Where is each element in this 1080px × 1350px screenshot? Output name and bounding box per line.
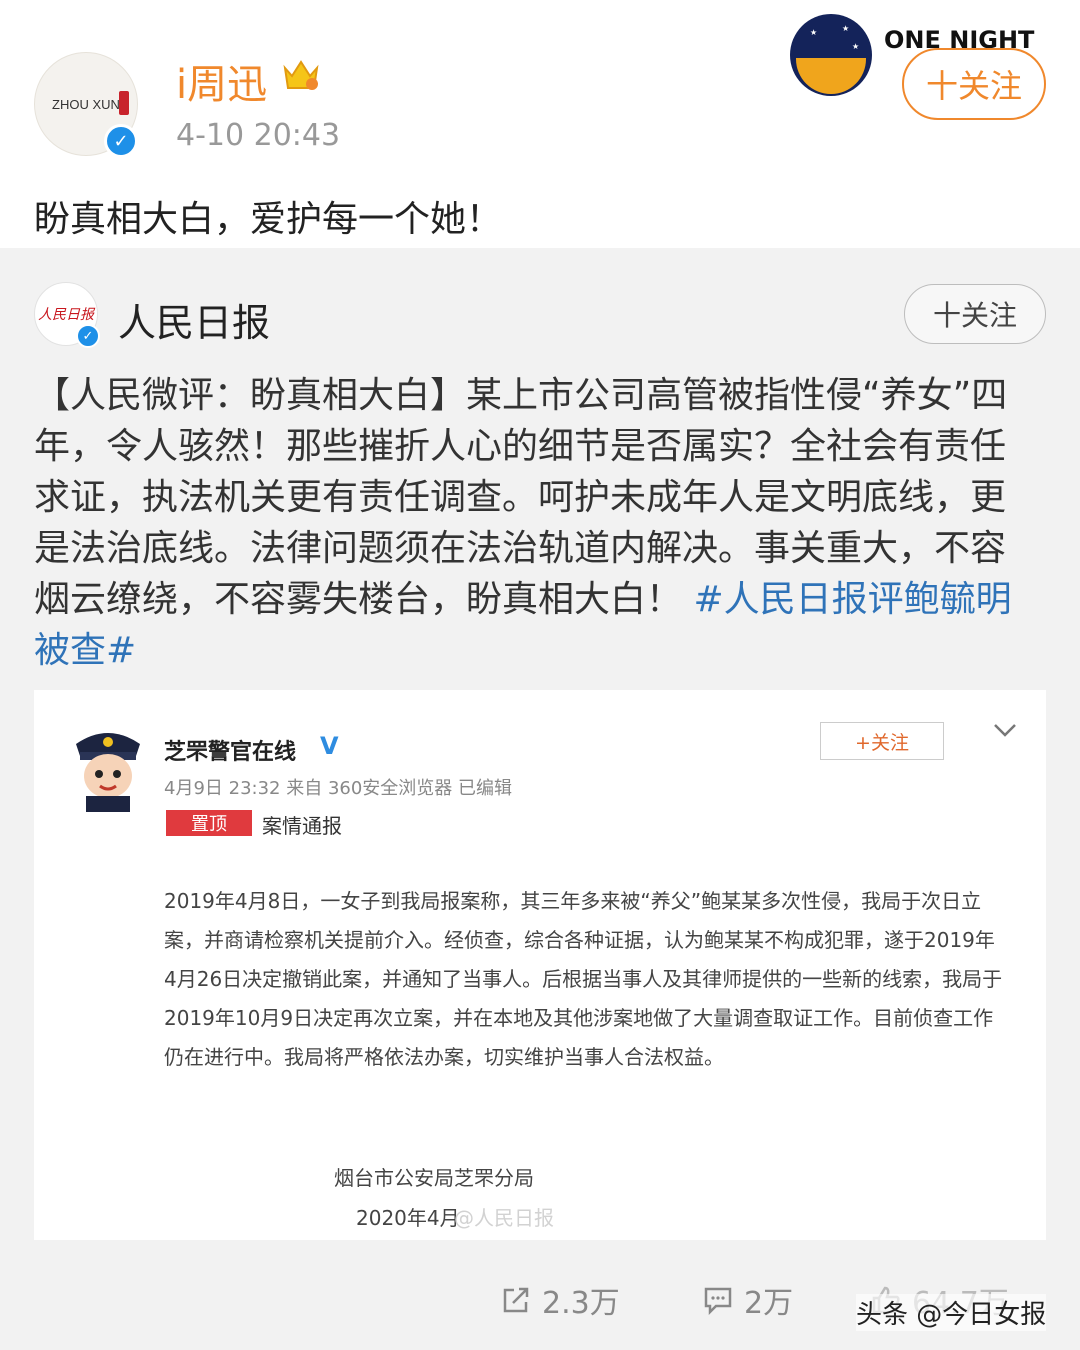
comment-icon [704, 1287, 732, 1316]
brand-logo: ★ ★ ★ [790, 14, 872, 96]
repost-card[interactable]: 人民日报 ✓ 人民日报 十关注 【人民微评：盼真相大白】某上市公司高管被指性侵“… [0, 258, 1080, 1268]
pin-badge: 置顶 [166, 810, 252, 836]
crown-icon [283, 60, 319, 90]
avatar-logo-text: ZHOU XUN [52, 96, 120, 112]
post-text: 盼真相大白，爱护每一个她！ [34, 199, 503, 240]
embed-watermark: @人民日报 [454, 1206, 554, 1230]
verified-icon: ✓ [76, 324, 100, 348]
follow-button[interactable]: 十关注 [902, 48, 1046, 120]
share-count: 2.3万 [542, 1286, 620, 1321]
embed-meta: 4月9日 23:32 来自 360安全浏览器 已编辑 [164, 778, 513, 799]
share-button[interactable]: 2.3万 [500, 1278, 620, 1322]
footer-watermark: 头条 @今日女报 [856, 1294, 1047, 1331]
embed-follow-button: +关注 [820, 722, 944, 760]
repost-text: 【人民微评：盼真相大白】某上市公司高管被指性侵“养女”四年，令人骇然！那些摧折人… [34, 370, 1034, 676]
embedded-screenshot[interactable]: 芝罘警官在线 V 4月9日 23:32 来自 360安全浏览器 已编辑 置顶 案… [34, 690, 1046, 1240]
comment-count: 2万 [744, 1286, 794, 1321]
category-label: 案情通报 [262, 814, 342, 838]
repost-avatar-logo: 人民日报 [38, 307, 94, 323]
repost-follow-button[interactable]: 十关注 [904, 284, 1046, 344]
post-time: 4-10 20:43 [176, 118, 341, 153]
verified-icon: ✓ [104, 124, 138, 158]
embed-user-name: 芝罘警官在线 [164, 740, 297, 765]
chevron-down-icon [994, 724, 1016, 737]
share-icon [503, 1287, 529, 1313]
avatar-seal [119, 91, 129, 115]
police-avatar-icon [76, 733, 140, 812]
embed-body: 2019年4月8日，一女子到我局报案称，其三年多来被“养父”鲍某某多次性侵，我局… [164, 889, 1003, 1069]
user-name[interactable]: i周迅 [176, 52, 267, 110]
verified-icon: V [320, 732, 339, 760]
repost-user-name[interactable]: 人民日报 [118, 292, 270, 347]
comment-button[interactable]: 2万 [702, 1278, 793, 1322]
embed-signature: 烟台市公安局芝罘分局 [334, 1166, 534, 1190]
original-post: ZHOU XUN ✓ i周迅 4-10 20:43 ★ ★ ★ ONE NIGH… [0, 0, 1080, 248]
embed-date: 2020年4月 [356, 1206, 460, 1230]
pin-label: 置顶 [191, 814, 227, 835]
